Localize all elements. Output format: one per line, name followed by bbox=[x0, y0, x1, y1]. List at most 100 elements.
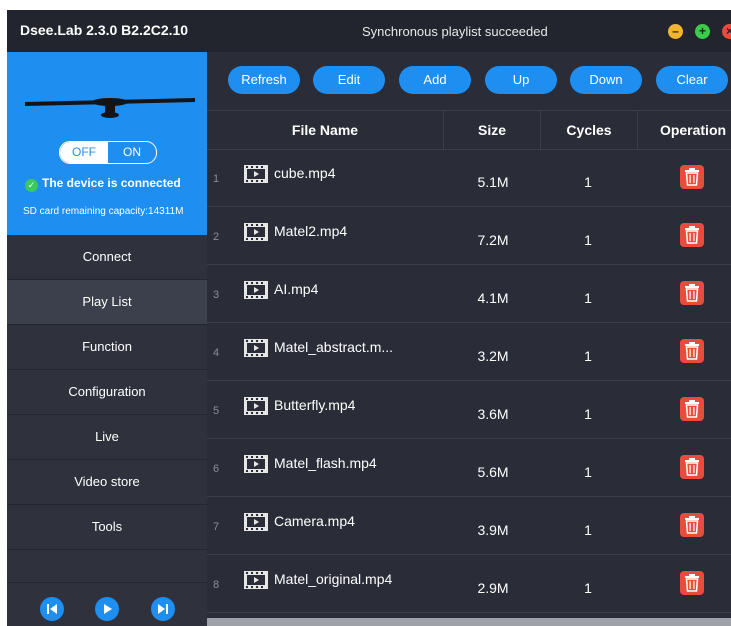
table-header: File Name Size Cycles Operation bbox=[207, 110, 731, 150]
delete-button[interactable] bbox=[680, 165, 704, 189]
table-row[interactable]: 6 Matel_flash.mp4 5.6M 1 bbox=[207, 439, 731, 497]
sd-capacity: SD card remaining capacity:14311M bbox=[23, 206, 184, 217]
file-name: cube.mp4 bbox=[274, 165, 336, 181]
delete-button[interactable] bbox=[680, 281, 704, 305]
hologram-fan-icon bbox=[25, 98, 195, 118]
file-size: 5.6M bbox=[477, 464, 509, 480]
trash-icon bbox=[685, 400, 699, 418]
power-toggle[interactable]: OFF ON bbox=[59, 141, 157, 164]
table-row[interactable]: 2 Matel2.mp4 7.2M 1 bbox=[207, 207, 731, 265]
row-index: 8 bbox=[213, 579, 220, 591]
sidebar-item-video-store[interactable]: Video store bbox=[7, 460, 207, 505]
file-cycles: 1 bbox=[584, 406, 592, 422]
check-circle-icon: ✓ bbox=[25, 179, 38, 192]
video-file-icon bbox=[244, 281, 268, 299]
maximize-icon[interactable]: + bbox=[695, 24, 710, 39]
file-cycles: 1 bbox=[584, 522, 592, 538]
delete-button[interactable] bbox=[680, 455, 704, 479]
refresh-button[interactable]: Refresh bbox=[228, 66, 300, 94]
clear-button[interactable]: Clear bbox=[656, 66, 728, 94]
connection-status-text: The device is connected bbox=[42, 176, 181, 190]
file-name: Matel2.mp4 bbox=[274, 223, 348, 239]
file-cycles: 1 bbox=[584, 232, 592, 248]
toggle-off-label[interactable]: OFF bbox=[60, 142, 108, 163]
video-file-icon bbox=[244, 571, 268, 589]
title-bar: Dsee.Lab 2.3.0 B2.2C2.10 Synchronous pla… bbox=[7, 10, 731, 52]
play-icon[interactable] bbox=[95, 597, 119, 621]
trash-icon bbox=[685, 574, 699, 592]
app-title: Dsee.Lab 2.3.0 B2.2C2.10 bbox=[20, 22, 189, 38]
trash-icon bbox=[685, 458, 699, 476]
table-row[interactable]: 5 Butterfly.mp4 3.6M 1 bbox=[207, 381, 731, 439]
column-file-name[interactable]: File Name bbox=[207, 111, 444, 149]
row-index: 5 bbox=[213, 405, 220, 417]
column-size[interactable]: Size bbox=[444, 111, 541, 149]
file-cycles: 1 bbox=[584, 290, 592, 306]
file-size: 7.2M bbox=[477, 232, 509, 248]
file-size: 2.9M bbox=[477, 580, 509, 596]
app-window: Dsee.Lab 2.3.0 B2.2C2.10 Synchronous pla… bbox=[7, 10, 731, 626]
sidebar-item-live[interactable]: Live bbox=[7, 415, 207, 460]
file-name: Matel_original.mp4 bbox=[274, 571, 393, 587]
add-button[interactable]: Add bbox=[399, 66, 471, 94]
file-name: AI.mp4 bbox=[274, 281, 319, 297]
table-row[interactable]: 4 Matel_abstract.m... 3.2M 1 bbox=[207, 323, 731, 381]
delete-button[interactable] bbox=[680, 571, 704, 595]
sidebar-item-tools[interactable]: Tools bbox=[7, 505, 207, 550]
table-row[interactable]: 1 cube.mp4 5.1M 1 bbox=[207, 149, 731, 207]
toggle-on-label[interactable]: ON bbox=[108, 142, 156, 163]
file-size: 3.9M bbox=[477, 522, 509, 538]
sidebar-item-function[interactable]: Function bbox=[7, 325, 207, 370]
previous-icon[interactable] bbox=[40, 597, 64, 621]
delete-button[interactable] bbox=[680, 223, 704, 247]
file-size: 3.2M bbox=[477, 348, 509, 364]
trash-icon bbox=[685, 516, 699, 534]
next-icon[interactable] bbox=[151, 597, 175, 621]
trash-icon bbox=[685, 342, 699, 360]
video-file-icon bbox=[244, 397, 268, 415]
sidebar-item-play-list[interactable]: Play List bbox=[7, 280, 207, 325]
video-file-icon bbox=[244, 455, 268, 473]
trash-icon bbox=[685, 168, 699, 186]
delete-button[interactable] bbox=[680, 339, 704, 363]
table-row[interactable]: 7 Camera.mp4 3.9M 1 bbox=[207, 497, 731, 555]
status-message: Synchronous playlist succeeded bbox=[362, 24, 548, 39]
toolbar: Refresh Edit Add Up Down Clear bbox=[207, 52, 731, 110]
video-file-icon bbox=[244, 339, 268, 357]
file-name: Matel_abstract.m... bbox=[274, 339, 394, 355]
device-panel: OFF ON ✓ The device is connected SD card … bbox=[7, 52, 207, 235]
table-row[interactable]: 3 AI.mp4 4.1M 1 bbox=[207, 265, 731, 323]
column-operation[interactable]: Operation bbox=[638, 111, 731, 149]
edit-button[interactable]: Edit bbox=[313, 66, 385, 94]
delete-button[interactable] bbox=[680, 513, 704, 537]
down-button[interactable]: Down bbox=[570, 66, 642, 94]
file-name: Camera.mp4 bbox=[274, 513, 355, 529]
row-index: 7 bbox=[213, 521, 220, 533]
sidebar: OFF ON ✓ The device is connected SD card … bbox=[7, 52, 207, 626]
row-index: 4 bbox=[213, 347, 220, 359]
sidebar-item-configuration[interactable]: Configuration bbox=[7, 370, 207, 415]
row-index: 3 bbox=[213, 289, 220, 301]
file-name: Butterfly.mp4 bbox=[274, 397, 356, 413]
video-file-icon bbox=[244, 223, 268, 241]
minimize-icon[interactable]: – bbox=[668, 24, 683, 39]
file-size: 3.6M bbox=[477, 406, 509, 422]
trash-icon bbox=[685, 226, 699, 244]
delete-button[interactable] bbox=[680, 397, 704, 421]
horizontal-scrollbar[interactable] bbox=[207, 618, 731, 626]
file-cycles: 1 bbox=[584, 464, 592, 480]
sidebar-item-connect[interactable]: Connect bbox=[7, 235, 207, 280]
file-size: 5.1M bbox=[477, 174, 509, 190]
playlist-table-body: 1 cube.mp4 5.1M 1 2 Matel2.mp4 7.2M 1 3 … bbox=[207, 149, 731, 613]
up-button[interactable]: Up bbox=[485, 66, 557, 94]
column-cycles[interactable]: Cycles bbox=[541, 111, 638, 149]
video-file-icon bbox=[244, 513, 268, 531]
video-file-icon bbox=[244, 165, 268, 183]
file-size: 4.1M bbox=[477, 290, 509, 306]
trash-icon bbox=[685, 284, 699, 302]
connection-status: ✓ The device is connected bbox=[25, 176, 181, 192]
table-row[interactable]: 8 Matel_original.mp4 2.9M 1 bbox=[207, 555, 731, 613]
close-icon[interactable]: × bbox=[722, 24, 731, 39]
row-index: 1 bbox=[213, 173, 220, 185]
main-panel: Refresh Edit Add Up Down Clear File Name… bbox=[207, 52, 731, 626]
